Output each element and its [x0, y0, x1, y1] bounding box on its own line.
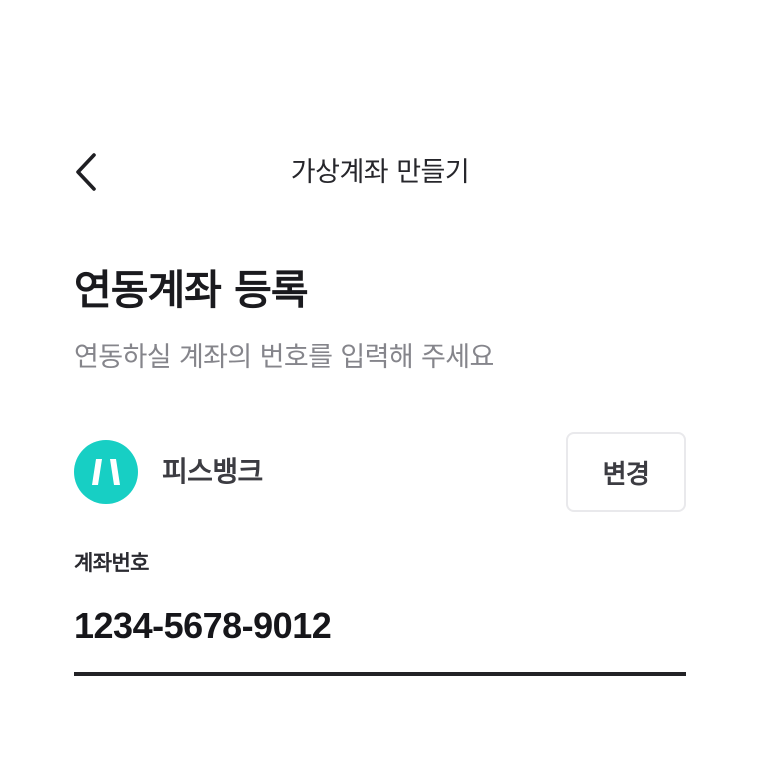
app-header: 가상계좌 만들기: [0, 142, 760, 204]
page-title: 연동계좌 등록: [74, 266, 309, 314]
header-title: 가상계좌 만들기: [290, 157, 470, 188]
back-button[interactable]: [64, 148, 108, 198]
change-bank-button[interactable]: 변경: [566, 432, 686, 512]
bank-selector: 피스뱅크 변경: [74, 432, 686, 512]
input-underline: [74, 672, 686, 676]
virtual-account-screen: 가상계좌 만들기 연동계좌 등록 연동하실 계좌의 번호를 입력해 주세요 피스…: [0, 0, 760, 760]
chevron-left-icon: [73, 152, 99, 195]
bank-name: 피스뱅크: [162, 455, 263, 488]
page-subtitle: 연동하실 계좌의 번호를 입력해 주세요: [74, 342, 494, 373]
account-number-input[interactable]: [74, 596, 686, 656]
bank-logo-icon: [74, 440, 138, 504]
account-number-label: 계좌번호: [74, 551, 149, 575]
